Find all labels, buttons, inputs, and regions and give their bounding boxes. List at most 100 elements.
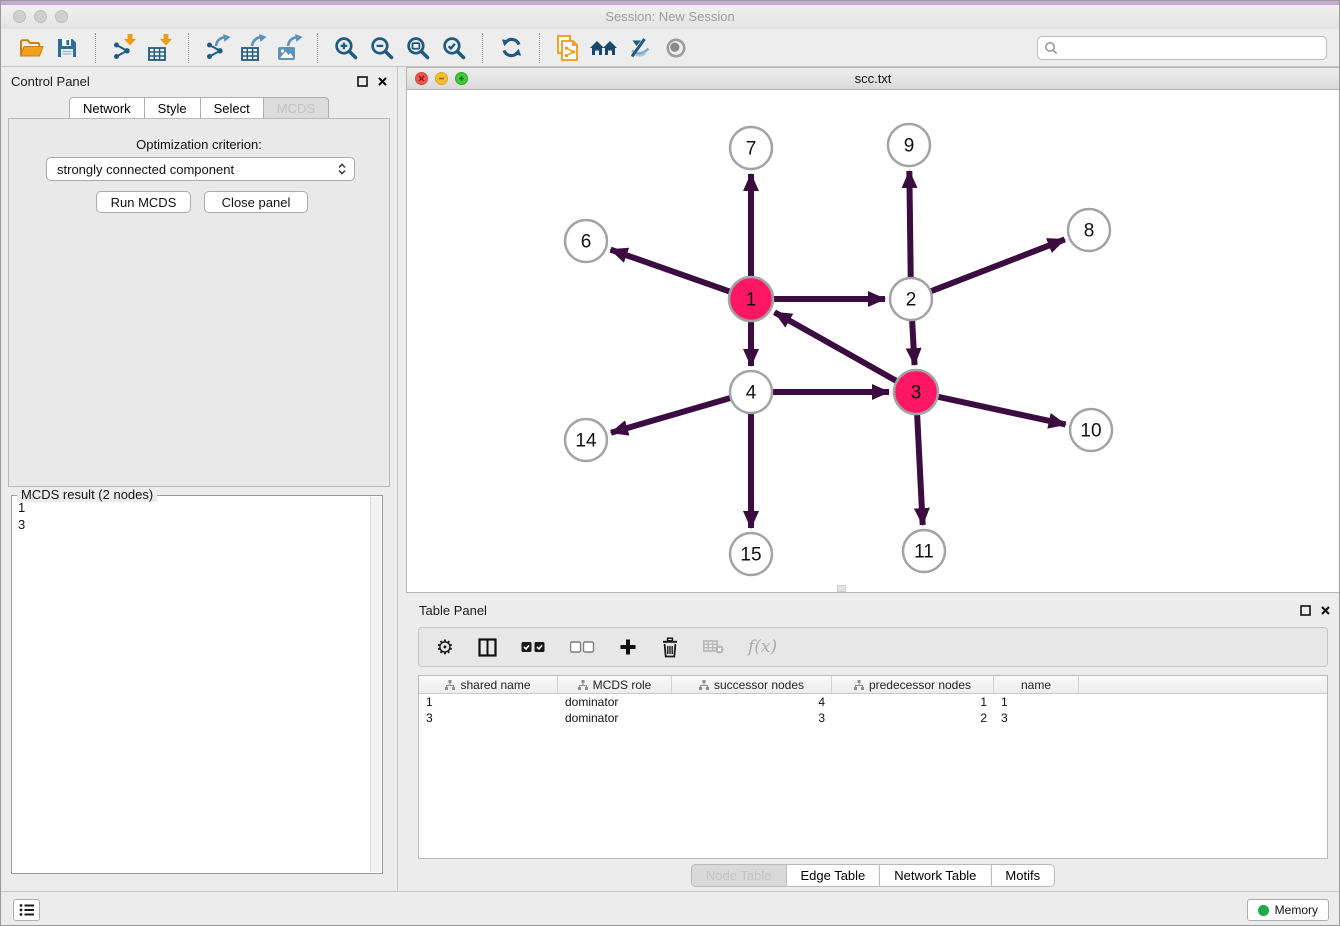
titlebar: Session: New Session [1,5,1339,29]
network-window-title: scc.txt [407,68,1339,90]
mcds-result-group: MCDS result (2 nodes) 1 3 [11,495,383,874]
graph-node-label: 7 [746,139,757,160]
zoom-out-button[interactable] [364,32,400,64]
tab-mcds[interactable]: MCDS [263,97,329,120]
tab-motifs[interactable]: Motifs [990,864,1055,887]
graph-node-label: 6 [581,232,592,253]
tab-edge-table[interactable]: Edge Table [785,864,880,887]
gray-eye-icon [664,36,688,60]
graph-edge[interactable] [927,239,1065,292]
select-all-button[interactable] [521,641,546,653]
result-scrollbar[interactable] [370,497,381,872]
export-network-button[interactable] [199,32,235,64]
close-panel-button[interactable]: Close panel [204,191,308,213]
show-all-button[interactable] [658,32,694,64]
first-neighbors-button[interactable] [586,32,622,64]
deselect-all-button[interactable] [570,641,595,653]
graph-node-label: 8 [1084,221,1095,242]
refresh-icon [499,35,524,60]
graph-edge[interactable] [909,171,910,282]
cell-name: 1 [994,694,1079,710]
zoom-fit-icon [406,36,430,60]
cell-mcds-role: dominator [558,694,672,710]
close-panel-icon[interactable] [1320,605,1331,616]
float-panel-icon[interactable] [357,76,368,87]
cell-shared-name: 1 [419,694,558,710]
control-panel: Control Panel Network Style Select MCDS … [1,67,398,891]
tab-network[interactable]: Network [69,97,145,120]
save-session-button[interactable] [49,32,85,64]
export-image-icon [276,34,303,61]
import-network-button[interactable] [106,32,142,64]
column-header-predecessor-nodes[interactable]: predecessor nodes [832,676,994,693]
graph-edge[interactable] [611,250,734,293]
tab-style[interactable]: Style [144,97,201,120]
zoom-selected-button[interactable] [436,32,472,64]
network-graph[interactable]: 7968124314101511 [407,90,1339,593]
graph-edge[interactable] [934,396,1066,425]
optimization-criterion-select[interactable]: strongly connected component [46,157,355,181]
graph-node-label: 3 [911,383,922,404]
mcds-result-text[interactable]: 1 3 [18,499,366,870]
hide-selected-button[interactable] [622,32,658,64]
import-table-button[interactable] [142,32,178,64]
toolbar-separator [188,33,189,63]
export-table-button[interactable] [235,32,271,64]
graph-node-label: 14 [575,431,597,452]
graph-node-label: 11 [914,542,934,563]
function-builder-button-disabled: f(x) [748,637,777,657]
graph-edge[interactable] [611,397,735,433]
float-panel-icon[interactable] [1300,605,1311,616]
zoom-in-icon [334,36,358,60]
cell-predecessor-nodes: 2 [832,710,994,726]
graph-edge[interactable] [917,410,923,525]
zoom-out-icon [370,36,394,60]
network-from-document-button[interactable] [550,32,586,64]
column-type-icon [854,680,864,690]
network-from-document-icon [555,34,581,62]
column-header-shared-name[interactable]: shared name [419,676,558,693]
cell-shared-name: 3 [419,710,558,726]
trash-icon [661,637,679,658]
graph-node-label: 15 [740,545,761,566]
search-input[interactable] [1037,36,1327,60]
open-session-button[interactable] [13,32,49,64]
close-panel-icon[interactable] [377,76,388,87]
cell-successor-nodes: 4 [672,694,832,710]
gear-icon: ⚙ [436,637,454,657]
import-table-icon [147,34,174,61]
canvas-grip[interactable] [837,585,846,592]
dropdown-selected-value: strongly connected component [57,162,234,177]
column-label: successor nodes [714,678,804,692]
memory-button[interactable]: Memory [1247,899,1329,921]
refresh-button[interactable] [493,32,529,64]
network-view-window: scc.txt 7968124314101511 [406,67,1340,593]
mcds-tab-panel: Optimization criterion: strongly connect… [8,118,390,487]
delete-column-button[interactable] [661,637,679,658]
zoom-selected-icon [442,36,466,60]
tab-select[interactable]: Select [200,97,264,120]
column-visibility-button[interactable] [478,638,497,657]
table-row[interactable]: 1 dominator 4 1 1 [419,694,1327,710]
network-canvas[interactable]: 7968124314101511 [407,90,1339,592]
add-column-button[interactable] [619,638,637,656]
table-panel-header: Table Panel [406,596,1340,624]
plus-icon [619,638,637,656]
export-network-icon [204,34,231,61]
graph-edge[interactable] [775,312,901,383]
table-row[interactable]: 3 dominator 3 2 3 [419,710,1327,726]
tab-node-table[interactable]: Node Table [691,864,787,887]
run-mcds-button[interactable]: Run MCDS [96,191,191,213]
deselect-all-icon [570,641,595,653]
zoom-fit-button[interactable] [400,32,436,64]
column-header-name[interactable]: name [994,676,1079,693]
graph-edge[interactable] [912,316,915,365]
task-history-button[interactable] [13,899,40,921]
column-header-mcds-role[interactable]: MCDS role [558,676,672,693]
tab-network-table[interactable]: Network Table [879,864,991,887]
table-settings-button[interactable]: ⚙ [436,637,454,657]
optimization-criterion-label: Optimization criterion: [9,137,389,152]
export-image-button[interactable] [271,32,307,64]
column-header-successor-nodes[interactable]: successor nodes [672,676,832,693]
zoom-in-button[interactable] [328,32,364,64]
